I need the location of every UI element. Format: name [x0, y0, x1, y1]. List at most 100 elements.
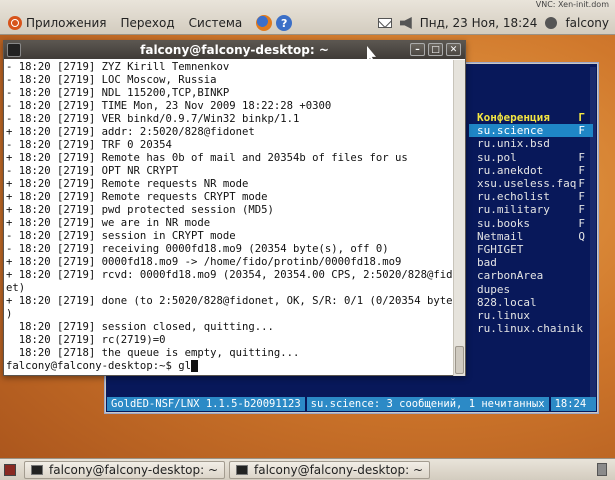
- area-header-name: Конференция: [477, 111, 550, 124]
- user-name[interactable]: falcony: [565, 16, 609, 30]
- trash-icon[interactable]: [597, 463, 607, 476]
- terminal-output[interactable]: - 18:20 [2719] ZYZ Kirill Temnenkov - 18:…: [6, 61, 452, 375]
- terminal-line: - 18:20 [2719] VER binkd/0.9.7/Win32 bin…: [6, 113, 300, 125]
- terminal-line: - 18:20 [2719] NDL 115200,TCP,BINKP: [6, 87, 230, 99]
- terminal-scrollbar[interactable]: [453, 60, 465, 376]
- area-list-item[interactable]: ru.echolist F: [469, 190, 593, 203]
- area-name: carbonArea: [477, 269, 544, 283]
- area-list-item[interactable]: su.pol F: [469, 151, 593, 164]
- area-name: dupes: [477, 282, 511, 296]
- taskbar-item-label: falcony@falcony-desktop: ~: [49, 462, 219, 477]
- close-button[interactable]: ✕: [446, 43, 461, 56]
- area-list-item[interactable]: xsu.useless.faq F: [469, 177, 593, 190]
- menu-system[interactable]: Система: [189, 16, 243, 30]
- terminal-title: falcony@falcony-desktop: ~: [140, 43, 329, 57]
- area-name: 828.local: [477, 295, 537, 309]
- menu-applications[interactable]: Приложения: [26, 16, 107, 30]
- terminal-line: - 18:20 [2719] LOC Moscow, Russia: [6, 74, 217, 86]
- terminal-line: 18:20 [2719] session closed, quitting...: [6, 321, 274, 333]
- terminal-line: - 18:20 [2719] TRF 0 20354: [6, 139, 172, 151]
- area-name: FGHIGET: [477, 243, 524, 257]
- ubuntu-logo-icon[interactable]: [8, 16, 22, 30]
- area-name: xsu.useless.faq: [477, 177, 577, 191]
- area-flag: F: [578, 203, 585, 217]
- area-list-item[interactable]: su.books F: [469, 217, 593, 230]
- terminal-line: + 18:20 [2719] Remote requests NR mode: [6, 178, 249, 190]
- area-list-item[interactable]: 828.local: [469, 296, 593, 309]
- vnc-label: VNC: Xen-init.dom: [535, 0, 609, 9]
- area-list-item[interactable]: carbonArea: [469, 269, 593, 282]
- area-list-item[interactable]: su.science F: [469, 124, 593, 138]
- terminal-cursor: [190, 360, 198, 372]
- terminal-titlebar[interactable]: falcony@falcony-desktop: ~ – □ ✕: [4, 41, 465, 59]
- terminal-line: + 18:20 [2719] we are in NR mode: [6, 217, 211, 229]
- terminal-line: + 18:20 [2719] addr: 2:5020/828@fidonet: [6, 126, 255, 138]
- terminal-line: + 18:20 [2719] Remote requests CRYPT mod…: [6, 191, 268, 203]
- minimize-button[interactable]: –: [410, 43, 425, 56]
- terminal-icon: [31, 464, 43, 475]
- terminal-line: - 18:20 [2719] OPT NR CRYPT: [6, 165, 179, 177]
- area-flag: F: [578, 124, 585, 138]
- taskbar-item-terminal-1[interactable]: falcony@falcony-desktop: ~: [24, 460, 226, 479]
- terminal-line: 18:20 [2718] the queue is empty, quittin…: [6, 347, 300, 359]
- window-controls: – □ ✕: [407, 43, 461, 56]
- terminal-window[interactable]: falcony@falcony-desktop: ~ – □ ✕ - 18:20…: [3, 40, 466, 376]
- user-icon: [545, 17, 558, 29]
- terminal-line: + 18:20 [2719] done (to 2:5020/828@fidon…: [6, 295, 452, 307]
- terminal-line: - 18:20 [2719] session in CRYPT mode: [6, 230, 236, 242]
- area-name: ru.anekdot: [477, 163, 544, 177]
- area-list-item[interactable]: ru.linux: [469, 309, 593, 322]
- area-name: su.pol: [477, 150, 517, 164]
- golded-version: GoldED-NSF/LNX 1.1.5-b20091123: [111, 398, 301, 410]
- bottom-panel: falcony@falcony-desktop: ~ falcony@falco…: [0, 458, 615, 480]
- terminal-line: et): [6, 282, 26, 294]
- golded-area-info: su.science: 3 сообщений, 1 нечитанных: [304, 397, 549, 411]
- terminal-line: - 18:20 [2719] ZYZ Kirill Temnenkov: [6, 61, 230, 73]
- area-flag: F: [578, 190, 585, 204]
- show-desktop-icon[interactable]: [4, 463, 16, 476]
- area-name: su.science: [477, 124, 544, 138]
- area-name: ru.echolist: [477, 190, 550, 204]
- terminal-line: 18:20 [2719] rc(2719)=0: [6, 334, 166, 346]
- area-list-item[interactable]: bad: [469, 256, 593, 269]
- area-header-flag: Г: [578, 111, 585, 124]
- terminal-icon: [236, 464, 249, 475]
- terminal-line: + 18:20 [2719] Remote has 0b of mail and…: [6, 152, 408, 164]
- area-name: Netmail: [477, 229, 524, 243]
- area-flag: F: [578, 150, 585, 164]
- taskbar-item-terminal-2[interactable]: falcony@falcony-desktop: ~: [229, 460, 431, 479]
- volume-icon[interactable]: [399, 17, 412, 29]
- area-list: Конференция Г su.science Fru.unix.bsd su.p…: [469, 111, 593, 351]
- area-list-item[interactable]: ru.military F: [469, 203, 593, 216]
- area-list-item[interactable]: ru.linux.chainik: [469, 322, 593, 335]
- area-list-item[interactable]: Netmail Q: [469, 230, 593, 243]
- area-name: ru.unix.bsd: [477, 137, 550, 151]
- area-name: su.books: [477, 216, 530, 230]
- area-list-header: Конференция Г: [469, 111, 593, 124]
- area-list-item[interactable]: ru.unix.bsd: [469, 137, 593, 150]
- terminal-line: + 18:20 [2719] rcvd: 0000fd18.mo9 (20354…: [6, 269, 452, 281]
- firefox-icon[interactable]: [256, 15, 273, 31]
- area-name: bad: [477, 256, 497, 270]
- mail-icon[interactable]: [377, 18, 392, 28]
- scroll-thumb[interactable]: [455, 346, 464, 374]
- golded-time: 18:24: [548, 397, 591, 411]
- area-list-item[interactable]: dupes: [469, 283, 593, 296]
- top-panel: VNC: Xen-init.dom Приложения Переход Сис…: [0, 0, 615, 35]
- terminal-icon[interactable]: [7, 43, 21, 57]
- terminal-line: - 18:20 [2719] TIME Mon, 23 Nov 2009 18:…: [6, 100, 332, 112]
- clock[interactable]: Пнд, 23 Ноя, 18:24: [420, 16, 538, 30]
- terminal-line: + 18:20 [2719] pwd protected session (MD…: [6, 204, 274, 216]
- area-name: ru.linux.chainik: [477, 322, 583, 336]
- terminal-prompt: falcony@falcony-desktop:~$ gl: [6, 360, 452, 373]
- area-list-item[interactable]: FGHIGET: [469, 243, 593, 256]
- system-tray: Пнд, 23 Ноя, 18:24 falcony: [370, 12, 609, 34]
- maximize-button[interactable]: □: [428, 43, 443, 56]
- area-name: ru.linux: [477, 309, 530, 323]
- area-list-item[interactable]: ru.anekdot F: [469, 164, 593, 177]
- menu-places[interactable]: Переход: [121, 16, 175, 30]
- terminal-line: + 18:20 [2719] 0000fd18.mo9 -> /home/fid…: [6, 256, 402, 268]
- taskbar-item-label: falcony@falcony-desktop: ~: [254, 462, 424, 477]
- help-icon[interactable]: ?: [276, 15, 293, 31]
- area-flag: Q: [578, 229, 585, 243]
